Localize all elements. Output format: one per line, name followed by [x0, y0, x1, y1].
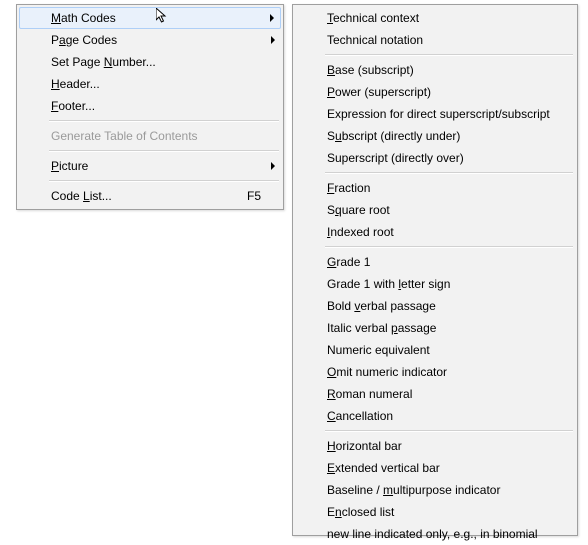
- menu-item-label: Generate Table of Contents: [51, 129, 261, 143]
- menu-item-italic-verbal[interactable]: Italic verbal passage: [295, 317, 575, 339]
- menu-item-label: Power (superscript): [327, 85, 555, 99]
- menu-item-label: Square root: [327, 203, 555, 217]
- menu-item-label: Horizontal bar: [327, 439, 555, 453]
- menu-item-accelerator: F5: [247, 189, 261, 203]
- menu-item-footer[interactable]: Footer...: [19, 95, 281, 117]
- menu-item-horizontal-bar[interactable]: Horizontal bar: [295, 435, 575, 457]
- menu-item-generate-toc: Generate Table of Contents: [19, 125, 281, 147]
- menu-item-label: Italic verbal passage: [327, 321, 555, 335]
- menu-item-label: Technical notation: [327, 33, 555, 47]
- menu-item-omit-numeric[interactable]: Omit numeric indicator: [295, 361, 575, 383]
- submenu-arrow-icon: [271, 162, 275, 170]
- menu-item-cancellation[interactable]: Cancellation: [295, 405, 575, 427]
- menu-separator: [49, 180, 279, 182]
- menu-item-numeric-equiv[interactable]: Numeric equivalent: [295, 339, 575, 361]
- menu-item-math-codes[interactable]: Math Codes: [19, 7, 281, 29]
- menu-item-label: new line indicated only, e.g., in binomi…: [327, 527, 555, 541]
- menu-item-extended-vbar[interactable]: Extended vertical bar: [295, 457, 575, 479]
- menu-item-bold-verbal[interactable]: Bold verbal passage: [295, 295, 575, 317]
- math-codes-submenu[interactable]: Technical context Technical notation Base …: [292, 4, 578, 536]
- parent-context-menu[interactable]: Math Codes Page Codes Set Page Number... He…: [16, 4, 284, 210]
- menu-separator: [325, 172, 573, 174]
- menu-item-label: Code List...: [51, 189, 235, 203]
- menu-item-base-subscript[interactable]: Base (subscript): [295, 59, 575, 81]
- menu-separator: [325, 430, 573, 432]
- menu-item-label: Fraction: [327, 181, 555, 195]
- menu-item-label: Header...: [51, 77, 261, 91]
- menu-item-label: Bold verbal passage: [327, 299, 555, 313]
- submenu-arrow-icon: [270, 14, 274, 22]
- menu-item-fraction[interactable]: Fraction: [295, 177, 575, 199]
- menu-item-label: Picture: [51, 159, 261, 173]
- menu-item-expression-direct[interactable]: Expression for direct superscript/subscr…: [295, 103, 575, 125]
- menu-separator: [325, 54, 573, 56]
- menu-item-label: Superscript (directly over): [327, 151, 555, 165]
- menu-item-grade1[interactable]: Grade 1: [295, 251, 575, 273]
- menu-item-label: Extended vertical bar: [327, 461, 555, 475]
- menu-item-technical-notation[interactable]: Technical notation: [295, 29, 575, 51]
- menu-item-set-page-number[interactable]: Set Page Number...: [19, 51, 281, 73]
- menu-item-baseline-multi[interactable]: Baseline / multipurpose indicator: [295, 479, 575, 501]
- menu-item-label: Base (subscript): [327, 63, 555, 77]
- menu-item-indexed-root[interactable]: Indexed root: [295, 221, 575, 243]
- menu-item-label: Enclosed list: [327, 505, 555, 519]
- menu-item-label: Baseline / multipurpose indicator: [327, 483, 555, 497]
- menu-item-page-codes[interactable]: Page Codes: [19, 29, 281, 51]
- menu-item-technical-context[interactable]: Technical context: [295, 7, 575, 29]
- menu-separator: [325, 246, 573, 248]
- menu-item-label: Expression for direct superscript/subscr…: [327, 107, 555, 121]
- menu-item-label: Roman numeral: [327, 387, 555, 401]
- menu-item-subscript-under[interactable]: Subscript (directly under): [295, 125, 575, 147]
- menu-item-square-root[interactable]: Square root: [295, 199, 575, 221]
- menu-item-header[interactable]: Header...: [19, 73, 281, 95]
- menu-separator: [49, 150, 279, 152]
- menu-item-label: Omit numeric indicator: [327, 365, 555, 379]
- menu-item-label: Set Page Number...: [51, 55, 261, 69]
- menu-item-label: Page Codes: [51, 33, 261, 47]
- menu-item-label: Math Codes: [51, 11, 261, 25]
- menu-item-label: Cancellation: [327, 409, 555, 423]
- menu-item-grade1-letter[interactable]: Grade 1 with letter sign: [295, 273, 575, 295]
- menu-item-power-superscript[interactable]: Power (superscript): [295, 81, 575, 103]
- menu-item-label: Numeric equivalent: [327, 343, 555, 357]
- menu-item-roman-numeral[interactable]: Roman numeral: [295, 383, 575, 405]
- menu-item-superscript-over[interactable]: Superscript (directly over): [295, 147, 575, 169]
- menu-item-label: Indexed root: [327, 225, 555, 239]
- menu-item-label: Subscript (directly under): [327, 129, 555, 143]
- menu-item-code-list[interactable]: Code List... F5: [19, 185, 281, 207]
- menu-item-label: Grade 1: [327, 255, 555, 269]
- menu-item-picture[interactable]: Picture: [19, 155, 281, 177]
- menu-item-label: Technical context: [327, 11, 555, 25]
- menu-item-label: Footer...: [51, 99, 261, 113]
- menu-separator: [49, 120, 279, 122]
- menu-item-enclosed-list[interactable]: Enclosed list: [295, 501, 575, 523]
- menu-item-label: Grade 1 with letter sign: [327, 277, 555, 291]
- submenu-arrow-icon: [271, 36, 275, 44]
- menu-item-new-line-binom[interactable]: new line indicated only, e.g., in binomi…: [295, 523, 575, 545]
